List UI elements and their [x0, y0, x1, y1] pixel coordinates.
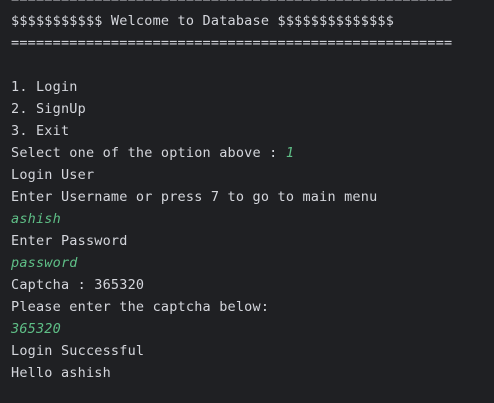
greeting-message: Hello ashish	[11, 365, 111, 381]
separator-line: ========================================…	[11, 0, 452, 10]
welcome-banner: $$$$$$$$$$$ Welcome to Database $$$$$$$$…	[11, 13, 395, 29]
option-prompt-line: Select one of the option above : 1	[11, 142, 452, 164]
menu-option-login: 1. Login	[11, 79, 78, 95]
captcha-display: Captcha : 365320	[11, 277, 145, 293]
separator-line: ========================================…	[11, 35, 453, 51]
blank-line	[11, 54, 452, 76]
menu-option-exit: 3. Exit	[11, 123, 70, 139]
password-prompt: Enter Password	[11, 233, 128, 249]
console-output: ========================================…	[11, 0, 452, 384]
option-input: 1	[285, 145, 295, 161]
captcha-prompt: Please enter the captcha below:	[11, 299, 270, 315]
captcha-input: 365320	[11, 321, 61, 337]
login-success-message: Login Successful	[11, 343, 145, 359]
password-input: password	[11, 255, 78, 271]
run-console[interactable]: ========================================…	[0, 0, 494, 403]
option-prompt: Select one of the option above :	[11, 145, 286, 161]
menu-option-signup: 2. SignUp	[11, 101, 86, 117]
login-user-heading: Login User	[11, 167, 95, 183]
username-input: ashish	[11, 211, 61, 227]
username-prompt: Enter Username or press 7 to go to main …	[11, 189, 378, 205]
